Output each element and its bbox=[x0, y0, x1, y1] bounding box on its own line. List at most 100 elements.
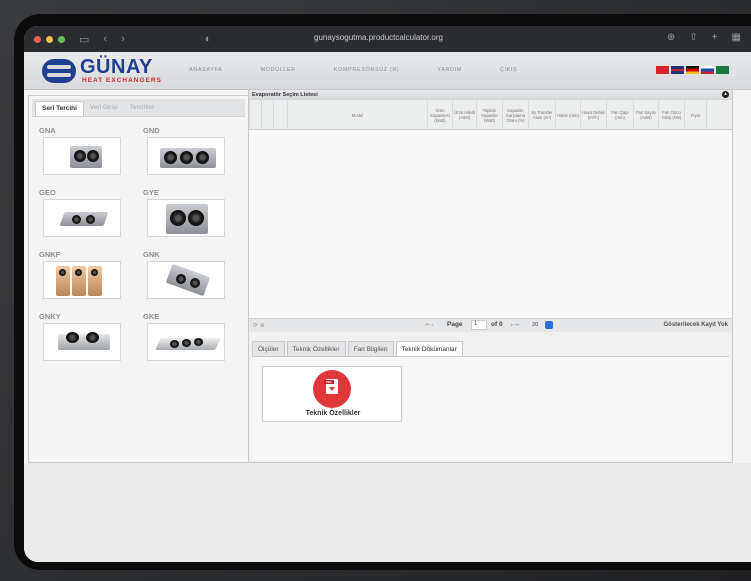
download-icon[interactable]: ⊕ bbox=[667, 32, 675, 43]
nav-item-logout[interactable]: ÇIKIŞ bbox=[500, 67, 517, 73]
series-item-gnd[interactable]: GND bbox=[137, 126, 237, 181]
tab-dimensions[interactable]: Ölçüler bbox=[252, 341, 285, 356]
series-label: GNKF bbox=[39, 250, 61, 259]
pdf-icon: PDF bbox=[313, 370, 351, 408]
refresh-icon[interactable]: ⟳ ⊕ bbox=[253, 322, 265, 329]
tab-overview-icon[interactable]: ▦ bbox=[732, 32, 741, 43]
tablet-device: ▭ ‹ › ◐ gunaysogutma.productcalculator.o… bbox=[0, 0, 751, 581]
nav-item-home[interactable]: ANASAYFA bbox=[189, 67, 222, 73]
column-header-price[interactable]: Fiyat bbox=[684, 100, 706, 130]
series-label: GNK bbox=[143, 250, 160, 259]
pdf-tag: PDF bbox=[324, 380, 334, 384]
screen: ▭ ‹ › ◐ gunaysogutma.productcalculator.o… bbox=[24, 26, 751, 562]
series-item-gna[interactable]: GNA bbox=[33, 126, 133, 181]
grid-header: Model Ürün Kapasitesi (Watt) Ürün Adedi … bbox=[249, 100, 732, 130]
grid-pager: ⟳ ⊕ ⏮ ◂ Page 1 of 0 ▸ ⏭ 20 Gösterilecek … bbox=[249, 318, 732, 332]
column-header-fan-diameter[interactable]: Fan Çapı (mm) bbox=[606, 100, 633, 130]
flag-uk-icon[interactable] bbox=[671, 66, 684, 74]
page-count-label: of 0 bbox=[491, 321, 503, 328]
series-image bbox=[147, 199, 225, 237]
series-label: GNA bbox=[39, 126, 56, 135]
column-header-fin-pitch[interactable]: Hatve (mm) bbox=[555, 100, 580, 130]
page-footer-area bbox=[24, 463, 751, 562]
series-image bbox=[147, 323, 225, 361]
series-item-geo[interactable]: GEO bbox=[33, 188, 133, 243]
column-header-unit-capacity[interactable]: Ürün Kapasitesi (Watt) bbox=[427, 100, 452, 130]
tab-technical-specs[interactable]: Teknik Özellikler bbox=[286, 341, 346, 356]
back-icon[interactable]: ‹ bbox=[103, 33, 107, 45]
column-header-blank bbox=[273, 100, 287, 130]
nav-item-compressorless[interactable]: KOMPRESÖRSÜZ (R) bbox=[334, 67, 400, 73]
address-bar[interactable]: gunaysogutma.productcalculator.org bbox=[314, 33, 443, 42]
column-header-blank bbox=[706, 100, 732, 130]
series-image bbox=[43, 137, 121, 175]
series-panel: Seri Tercihi Veri Girişi Tercihler GNA G… bbox=[28, 95, 249, 463]
tab-data-entry[interactable]: Veri Girişi bbox=[84, 99, 124, 116]
window-controls bbox=[34, 35, 65, 43]
column-header-fan-power[interactable]: Fan Gücü Girişi (kW) bbox=[658, 100, 684, 130]
maximize-window-button[interactable] bbox=[58, 35, 65, 43]
series-item-gnk[interactable]: GNK bbox=[137, 250, 237, 305]
download-arrow-icon bbox=[329, 387, 335, 391]
page-size-select[interactable]: 20 bbox=[532, 322, 538, 328]
column-header-unit-count[interactable]: Ürün Adedi (Adet) bbox=[452, 100, 476, 130]
column-header-model[interactable]: Model bbox=[287, 100, 427, 130]
language-flags bbox=[656, 66, 729, 74]
collapse-icon[interactable]: ▴ bbox=[722, 91, 729, 98]
brand-name: GÜNAY bbox=[80, 56, 153, 78]
series-item-gnky[interactable]: GNKY bbox=[33, 312, 133, 367]
nav-item-help[interactable]: YARDIM bbox=[437, 67, 462, 73]
series-image bbox=[43, 199, 121, 237]
flag-russia-icon[interactable] bbox=[701, 66, 714, 74]
series-label: GEO bbox=[39, 188, 56, 197]
series-tabs: Seri Tercihi Veri Girişi Tercihler bbox=[32, 99, 245, 117]
page-size-dropdown-icon[interactable] bbox=[545, 321, 553, 329]
forward-icon[interactable]: › bbox=[121, 33, 125, 45]
page-number-input[interactable]: 1 bbox=[471, 320, 487, 330]
column-header-fan-count[interactable]: Fan Sayısı (Adet) bbox=[633, 100, 658, 130]
record-status: Gösterilecek Kayıt Yok bbox=[663, 322, 728, 328]
column-header-air-flow[interactable]: Hava Debisi (m³/h) bbox=[580, 100, 606, 130]
tab-preferences[interactable]: Tercihler bbox=[124, 99, 161, 116]
flag-germany-icon[interactable] bbox=[686, 66, 699, 74]
detail-tabs: Ölçüler Teknik Özellikler Fan Bilgileri … bbox=[252, 341, 729, 357]
flag-turkey-icon[interactable] bbox=[656, 66, 669, 74]
column-header-total-capacity[interactable]: Toplam Kapasite (Watt) bbox=[476, 100, 502, 130]
brand-tagline: HEAT EXCHANGERS bbox=[82, 77, 162, 84]
share-icon[interactable]: ⇧ bbox=[689, 32, 697, 43]
series-label: GYE bbox=[143, 188, 159, 197]
series-label: GKE bbox=[143, 312, 160, 321]
close-window-button[interactable] bbox=[34, 35, 41, 43]
browser-toolbar: ▭ ‹ › ◐ gunaysogutma.productcalculator.o… bbox=[24, 26, 751, 52]
privacy-icon[interactable]: ◐ bbox=[205, 33, 212, 45]
grid-title: Evaporatör Seçim Listesi ▴ bbox=[249, 90, 732, 100]
column-header-heat-transfer-area[interactable]: Isı Transfer Alanı (m²) bbox=[528, 100, 555, 130]
tab-fan-info[interactable]: Fan Bilgileri bbox=[347, 341, 394, 356]
documents-area: PDF Teknik Özellikler bbox=[252, 357, 729, 460]
grid-body bbox=[249, 130, 732, 318]
tab-technical-documents[interactable]: Teknik Dökümanlar bbox=[395, 341, 463, 356]
column-header-blank bbox=[261, 100, 273, 130]
sidebar-icon[interactable]: ▭ bbox=[79, 33, 89, 46]
series-item-gye[interactable]: GYE bbox=[137, 188, 237, 243]
series-label: GND bbox=[143, 126, 160, 135]
series-item-gke[interactable]: GKE bbox=[137, 312, 237, 367]
logo-mark-icon bbox=[42, 59, 76, 83]
site-header: GÜNAY HEAT EXCHANGERS ANASAYFA MODÜLLER … bbox=[24, 52, 751, 90]
column-header-capacity-ratio[interactable]: Kapasite Karşılama Oranı (%) bbox=[502, 100, 528, 130]
tab-series-selection[interactable]: Seri Tercihi bbox=[35, 101, 84, 116]
minimize-window-button[interactable] bbox=[46, 35, 53, 43]
grid-title-text: Evaporatör Seçim Listesi bbox=[252, 92, 318, 98]
browser-actions: ⊕ ⇧ + ▦ bbox=[667, 32, 741, 43]
series-item-gnkf[interactable]: GNKF bbox=[33, 250, 133, 305]
new-tab-icon[interactable]: + bbox=[712, 32, 718, 43]
nav-item-modules[interactable]: MODÜLLER bbox=[260, 67, 295, 73]
main-nav: ANASAYFA MODÜLLER KOMPRESÖRSÜZ (R) YARDI… bbox=[189, 67, 555, 73]
next-last-page-icon[interactable]: ▸ ⏭ bbox=[511, 322, 519, 328]
brand-logo[interactable]: GÜNAY HEAT EXCHANGERS bbox=[42, 56, 172, 86]
first-prev-page-icon[interactable]: ⏮ ◂ bbox=[425, 322, 433, 328]
series-image bbox=[147, 137, 225, 175]
document-card[interactable]: PDF Teknik Özellikler bbox=[262, 366, 402, 422]
document-label: Teknik Özellikler bbox=[305, 410, 361, 417]
flag-saudi-icon[interactable] bbox=[716, 66, 729, 74]
